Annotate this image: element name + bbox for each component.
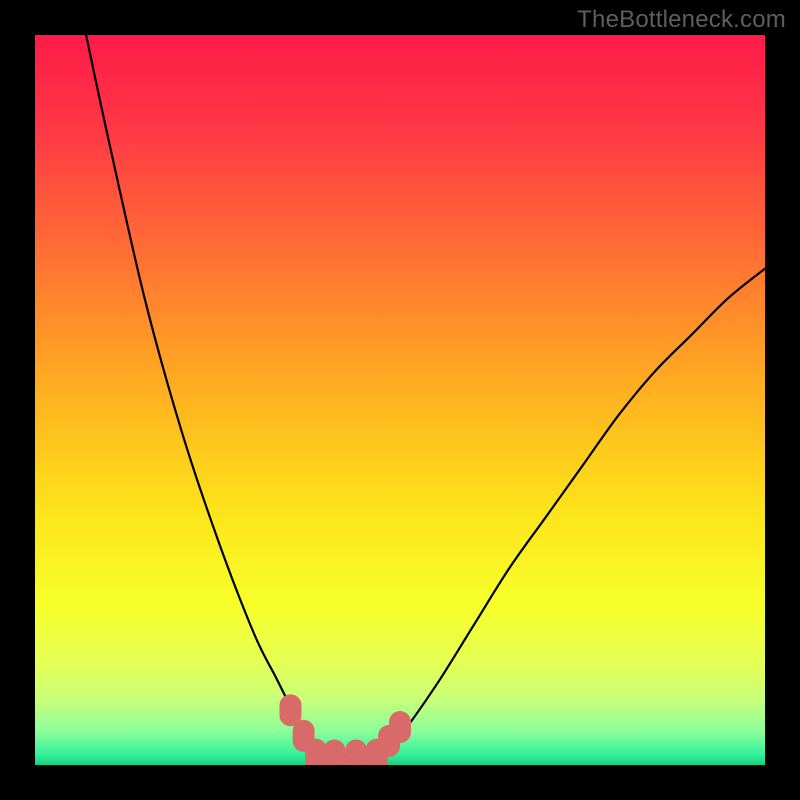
- watermark-text: TheBottleneck.com: [577, 6, 786, 34]
- marker-m5: [345, 740, 367, 765]
- plot-area: [35, 35, 765, 765]
- plot-svg: [35, 35, 765, 765]
- chart-frame: TheBottleneck.com: [0, 0, 800, 800]
- heat-gradient-background: [35, 35, 765, 765]
- marker-m4: [323, 740, 345, 765]
- marker-m8: [389, 711, 411, 743]
